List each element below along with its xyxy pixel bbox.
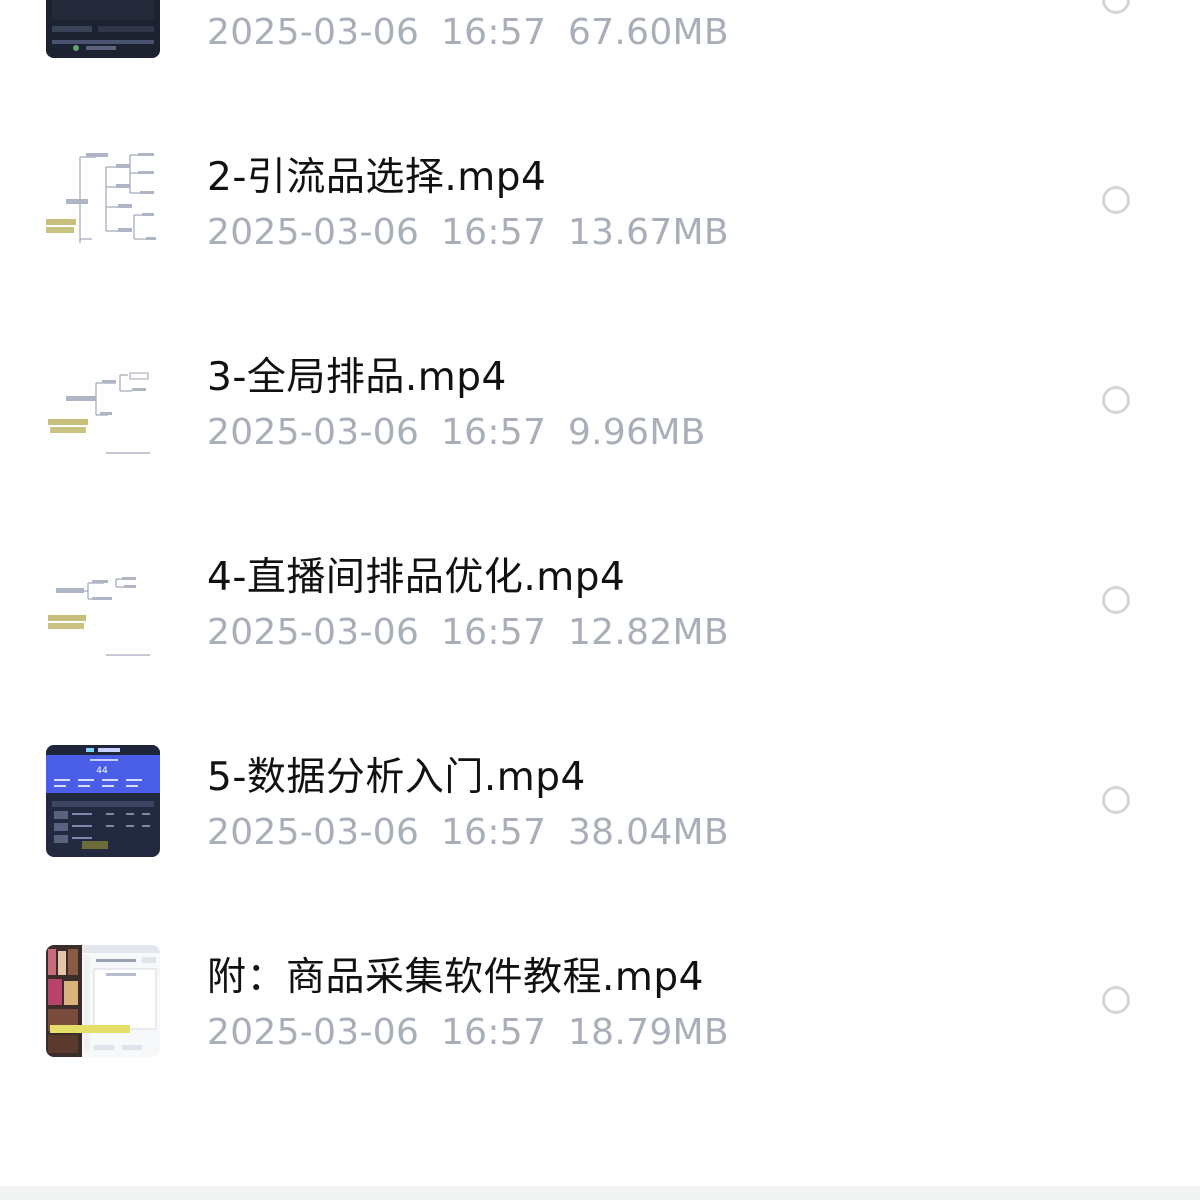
file-name: 5-数据分析入门.mp4 [207, 755, 586, 800]
file-name: 附：商品采集软件教程.mp4 [207, 955, 704, 1000]
file-date: 2025-03-06 [207, 412, 420, 453]
file-name: 2-引流品选择.mp4 [207, 155, 547, 200]
select-radio[interactable] [1102, 186, 1130, 214]
file-row[interactable]: 2025-03-06 16:57 67.60MB [0, 0, 1200, 100]
file-size: 38.04MB [567, 812, 729, 853]
file-size: 67.60MB [567, 12, 729, 53]
file-time: 16:57 [440, 412, 547, 453]
file-row[interactable]: 4-直播间排品优化.mp4 2025-03-06 16:57 12.82MB [0, 500, 1200, 700]
file-size: 18.79MB [567, 1012, 729, 1053]
file-name: 4-直播间排品优化.mp4 [207, 555, 626, 600]
select-radio[interactable] [1102, 0, 1130, 14]
select-radio[interactable] [1102, 786, 1130, 814]
file-time: 16:57 [440, 612, 547, 653]
dashboard-thumbnail-icon: 44 [46, 745, 160, 857]
file-time: 16:57 [440, 12, 547, 53]
bottom-bar [0, 1186, 1200, 1200]
file-date: 2025-03-06 [207, 1012, 420, 1053]
file-row[interactable]: 3-全局排品.mp4 2025-03-06 16:57 9.96MB [0, 300, 1200, 500]
file-row[interactable]: 44 5-数据分析入门.mp4 2025-03-06 16:57 38.04MB [0, 700, 1200, 900]
select-radio[interactable] [1102, 986, 1130, 1014]
video-thumbnail-icon [46, 0, 160, 58]
file-time: 16:57 [440, 1012, 547, 1053]
file-meta: 2025-03-06 16:57 38.04MB [207, 812, 729, 853]
file-time: 16:57 [440, 812, 547, 853]
file-meta: 2025-03-06 16:57 67.60MB [207, 12, 729, 53]
file-date: 2025-03-06 [207, 812, 420, 853]
file-time: 16:57 [440, 212, 547, 253]
file-date: 2025-03-06 [207, 212, 420, 253]
file-date: 2025-03-06 [207, 612, 420, 653]
file-meta: 2025-03-06 16:57 9.96MB [207, 412, 706, 453]
file-meta: 2025-03-06 16:57 18.79MB [207, 1012, 729, 1053]
file-date: 2025-03-06 [207, 12, 420, 53]
file-meta: 2025-03-06 16:57 12.82MB [207, 612, 729, 653]
select-radio[interactable] [1102, 586, 1130, 614]
svg-text:44: 44 [96, 766, 108, 776]
mindmap-thumbnail-icon [46, 543, 160, 657]
file-row[interactable]: 附：商品采集软件教程.mp4 2025-03-06 16:57 18.79MB [0, 900, 1200, 1100]
mindmap-thumbnail-icon [46, 143, 160, 257]
file-size: 9.96MB [567, 412, 706, 453]
file-name: 3-全局排品.mp4 [207, 355, 507, 400]
file-row[interactable]: 2-引流品选择.mp4 2025-03-06 16:57 13.67MB [0, 100, 1200, 300]
file-list: 2025-03-06 16:57 67.60MB 2-引流品选择.mp4 202… [0, 0, 1200, 1200]
select-radio[interactable] [1102, 386, 1130, 414]
software-thumbnail-icon [46, 945, 160, 1057]
file-meta: 2025-03-06 16:57 13.67MB [207, 212, 729, 253]
file-size: 13.67MB [567, 212, 729, 253]
mindmap-thumbnail-icon [46, 343, 160, 457]
file-size: 12.82MB [567, 612, 729, 653]
